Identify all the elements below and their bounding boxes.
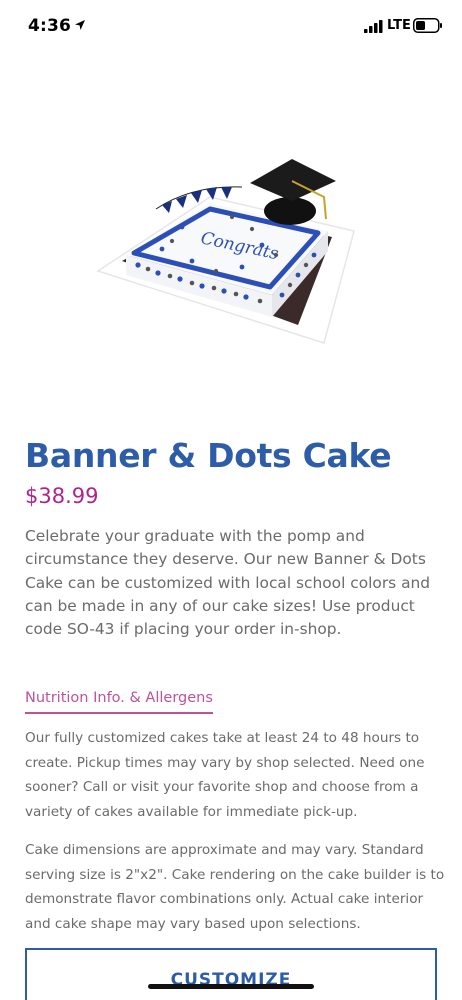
status-time: 4:36 (28, 16, 72, 36)
status-bar: 4:36 LTE (0, 0, 462, 56)
product-description: Celebrate your graduate with the pomp an… (25, 527, 431, 639)
lead-time-info: Our fully customized cakes take at least… (25, 730, 425, 820)
network-type-label: LTE (387, 18, 411, 33)
customize-button[interactable]: CUSTOMIZE (25, 948, 437, 1000)
cellular-signal-icon (364, 20, 383, 33)
battery-icon (413, 18, 442, 33)
dimensions-info: Cake dimensions are approximate and may … (25, 842, 445, 932)
home-indicator[interactable] (148, 984, 314, 989)
nutrition-allergens-link[interactable]: Nutrition Info. & Allergens (25, 690, 213, 714)
product-title: Banner & Dots Cake (25, 436, 392, 475)
cake-product-image: Congrats (96, 159, 355, 344)
product-price: $38.99 (25, 484, 99, 508)
location-arrow-icon (75, 20, 85, 30)
